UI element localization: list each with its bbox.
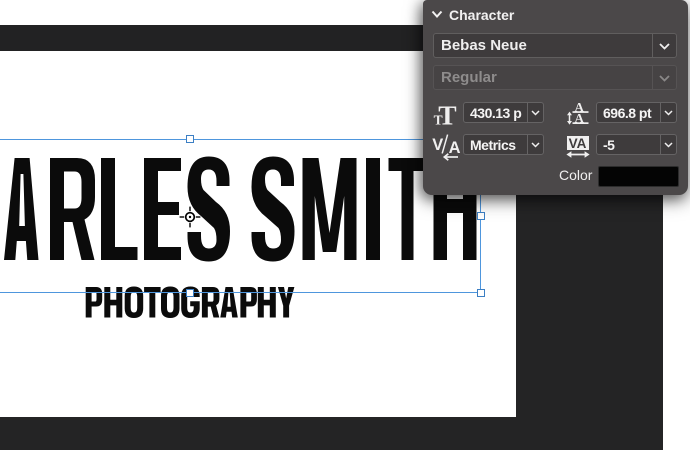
svg-text:A: A	[449, 139, 461, 157]
svg-text:V: V	[432, 136, 443, 154]
svg-text:T: T	[438, 100, 456, 128]
svg-text:VA: VA	[569, 136, 587, 151]
